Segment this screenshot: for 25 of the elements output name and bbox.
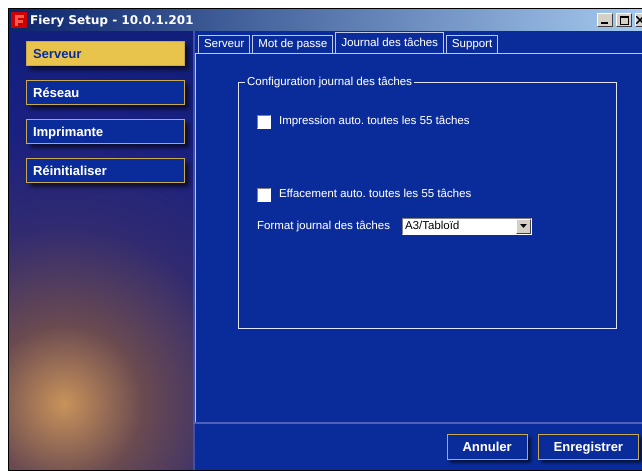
tab[interactable]: Journal des tâches bbox=[335, 32, 444, 53]
app-logo-icon bbox=[11, 12, 27, 28]
checkbox-label: Impression auto. toutes les 55 tâches bbox=[279, 114, 470, 129]
format-dropdown[interactable]: A3/Tabloïd bbox=[402, 218, 532, 235]
group-title: Configuration journal des tâches bbox=[245, 75, 414, 89]
close-icon bbox=[636, 16, 642, 24]
tab[interactable]: Support bbox=[446, 35, 498, 53]
maximize-button[interactable] bbox=[616, 13, 632, 27]
checkbox[interactable] bbox=[257, 188, 271, 202]
checkbox[interactable] bbox=[257, 114, 271, 129]
format-label: Format journal des tâches bbox=[257, 218, 390, 234]
sidebar-item[interactable]: Réseau bbox=[26, 80, 185, 105]
checkbox-label: Effacement auto. toutes les 55 tâches bbox=[279, 187, 472, 202]
dropdown-arrow-icon bbox=[520, 224, 527, 228]
footer-button[interactable]: Enregistrer bbox=[538, 434, 639, 460]
window-title: Fiery Setup - 10.0.1.201 bbox=[30, 12, 194, 29]
sidebar-item[interactable]: Réinitialiser bbox=[26, 158, 185, 183]
close-button[interactable] bbox=[635, 13, 642, 27]
tab[interactable]: Serveur bbox=[198, 35, 250, 53]
sidebar-item[interactable]: Imprimante bbox=[26, 119, 185, 144]
minimize-button[interactable] bbox=[597, 13, 613, 27]
sidebar-item[interactable]: Serveur bbox=[26, 41, 185, 66]
footer-button[interactable]: Annuler bbox=[446, 434, 528, 460]
tab[interactable]: Mot de passe bbox=[252, 35, 334, 53]
maximize-icon bbox=[620, 16, 628, 24]
